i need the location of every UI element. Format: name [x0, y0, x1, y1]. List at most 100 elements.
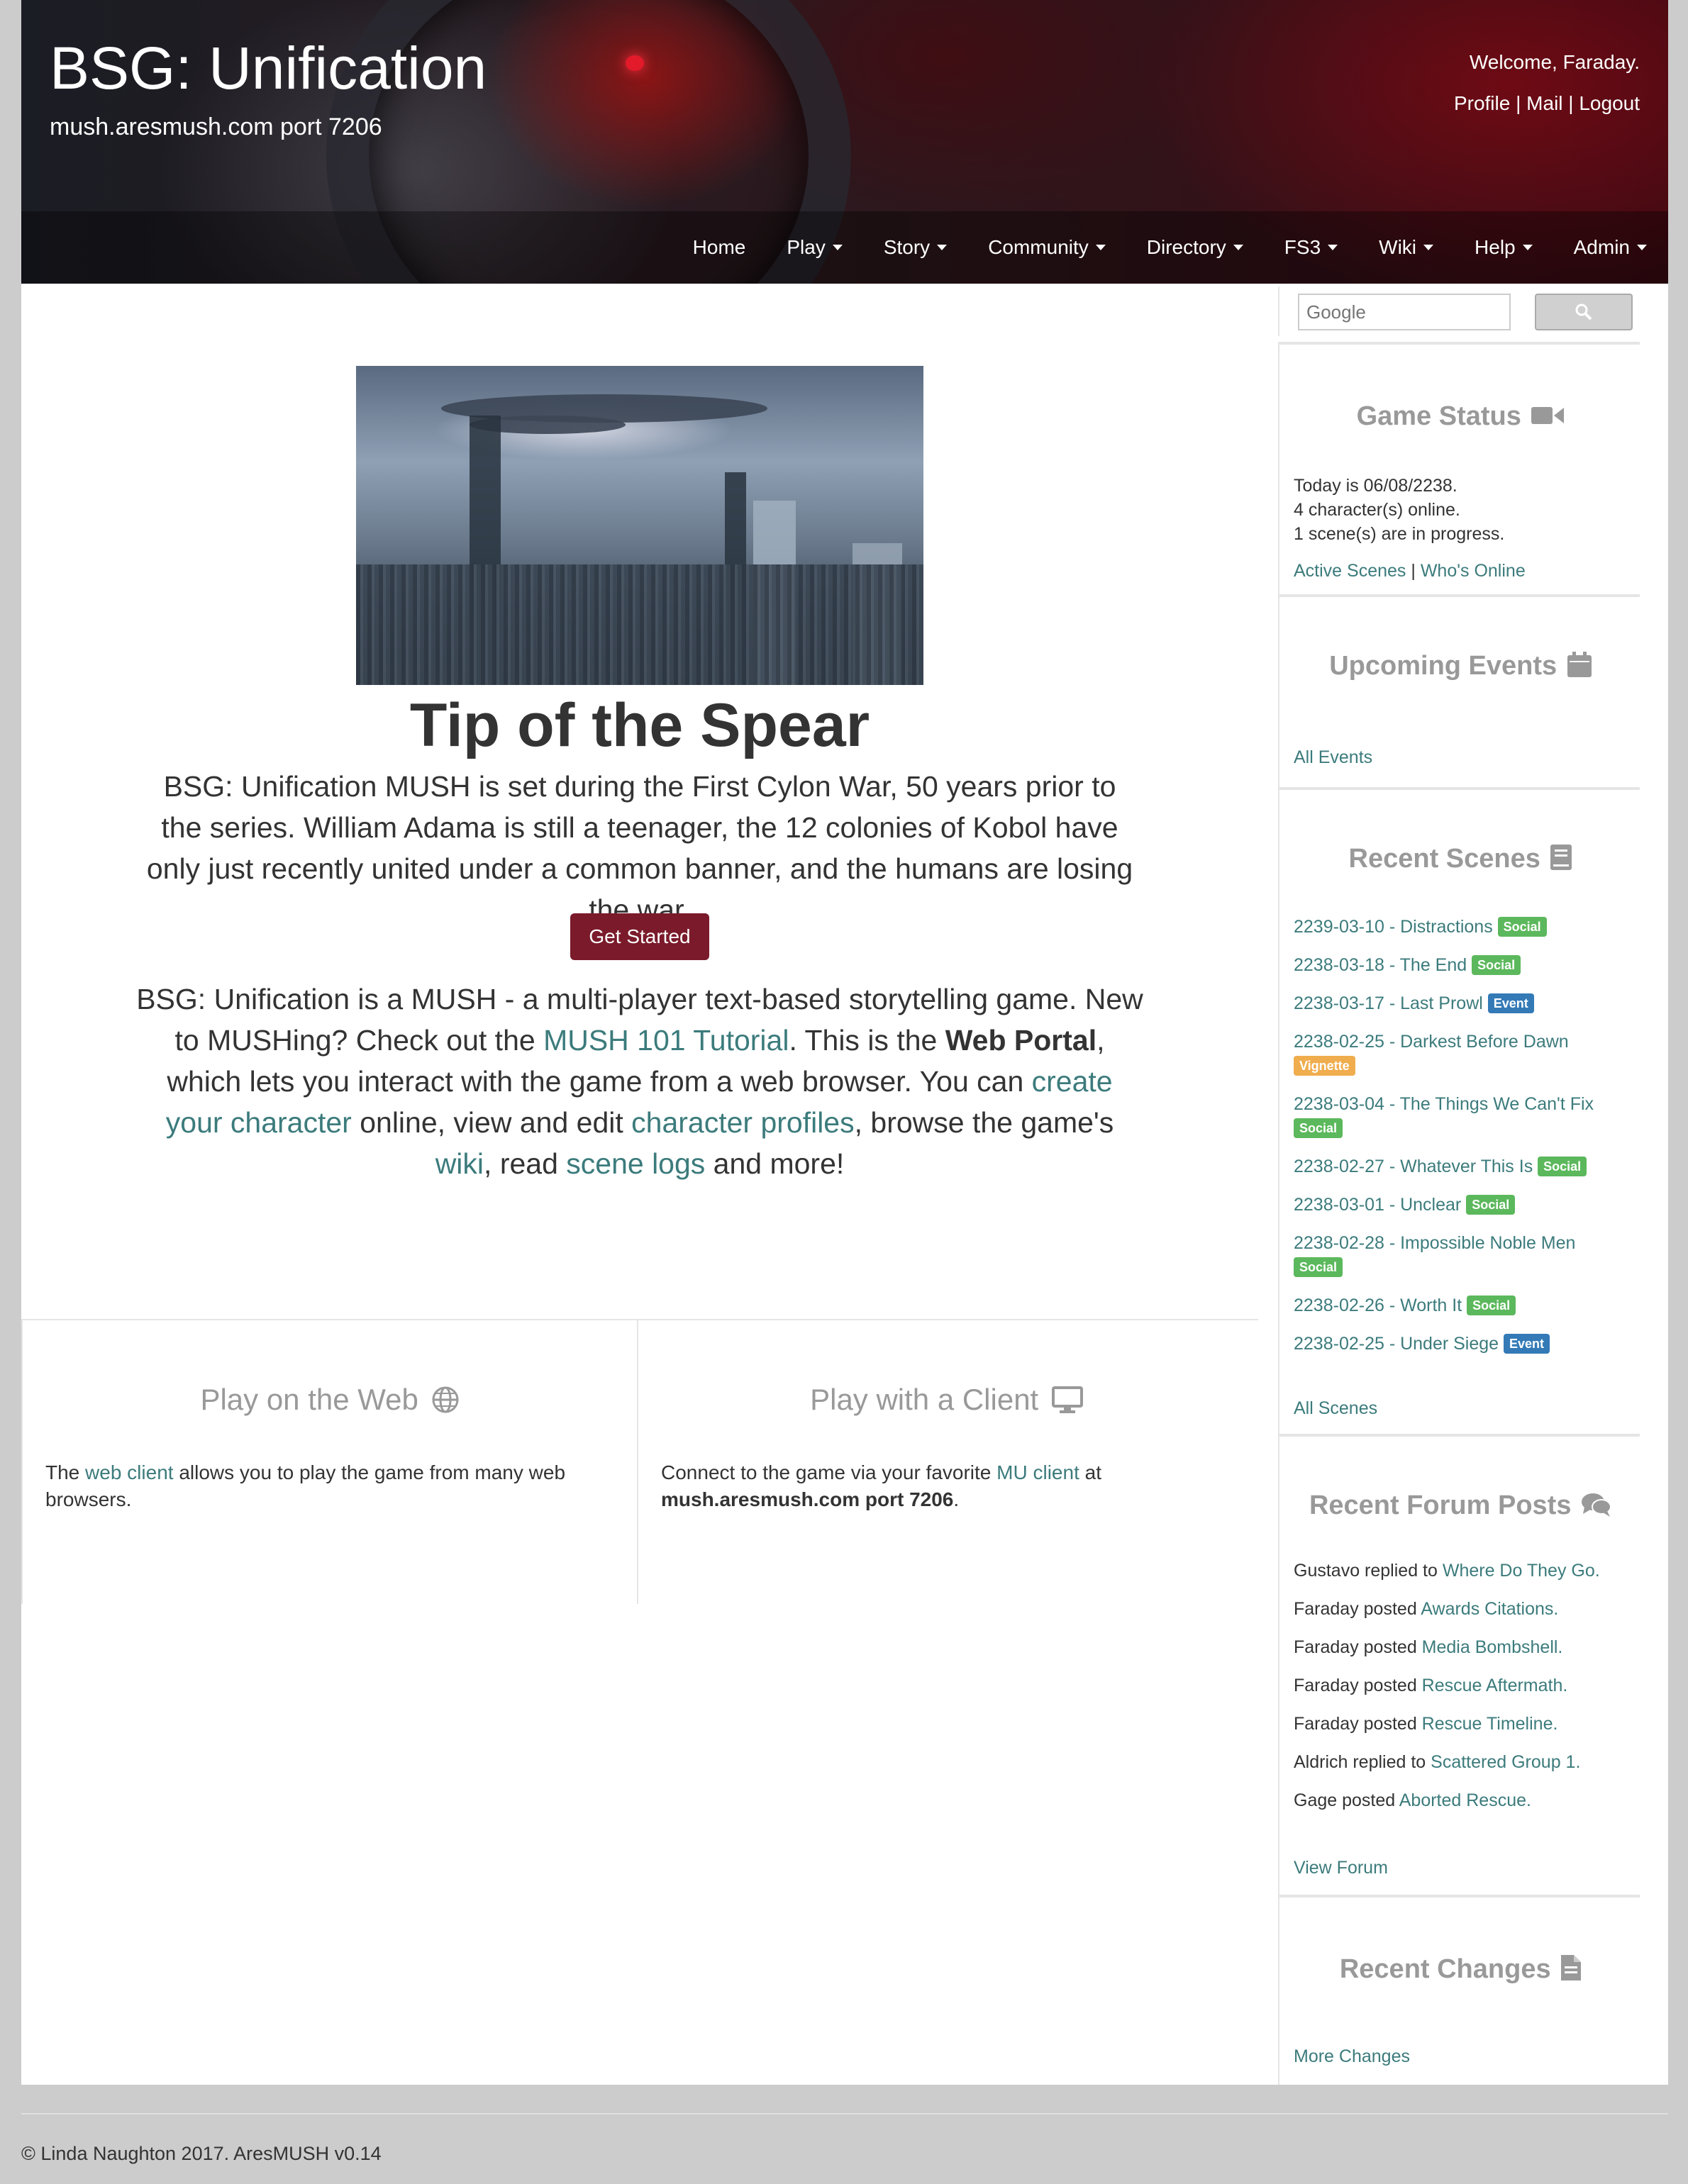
- forum-topic-link[interactable]: Rescue Timeline.: [1422, 1714, 1558, 1734]
- list-item: 2238-03-01 - Unclear Social: [1294, 1193, 1627, 1217]
- nav-item-label: Community: [988, 236, 1089, 258]
- play-client-title: Play with a Client: [661, 1383, 1233, 1417]
- scene-link[interactable]: 2238-03-17 - Last Prowl: [1294, 993, 1483, 1013]
- file-icon: [1561, 1955, 1582, 1980]
- mail-link[interactable]: Mail: [1526, 92, 1562, 114]
- scene-link[interactable]: 2238-02-27 - Whatever This Is: [1294, 1157, 1533, 1176]
- mush-tutorial-link[interactable]: MUSH 101 Tutorial: [543, 1024, 789, 1057]
- list-item: 2238-03-04 - The Things We Can't Fix Soc…: [1294, 1092, 1627, 1140]
- scene-link[interactable]: 2238-02-25 - Under Siege: [1294, 1334, 1499, 1354]
- scene-link[interactable]: 2238-03-04 - The Things We Can't Fix: [1294, 1094, 1594, 1114]
- forum-post-author: Gage posted: [1294, 1790, 1399, 1810]
- list-item: 2239-03-10 - Distractions Social: [1294, 915, 1627, 939]
- upcoming-events-title: Upcoming Events: [1279, 651, 1641, 681]
- caret-down-icon: [1328, 245, 1338, 250]
- nav-item-admin[interactable]: Admin: [1574, 236, 1647, 259]
- nav-item-wiki[interactable]: Wiki: [1379, 236, 1434, 259]
- nav-item-story[interactable]: Story: [884, 236, 948, 259]
- scene-type-badge: Social: [1294, 1257, 1343, 1277]
- more-changes-link[interactable]: More Changes: [1294, 2046, 1410, 2067]
- recent-scenes-title: Recent Scenes: [1279, 844, 1641, 874]
- list-item: 2238-02-27 - Whatever This Is Social: [1294, 1154, 1627, 1179]
- list-item: 2238-02-26 - Worth It Social: [1294, 1293, 1627, 1317]
- forum-post-author: Faraday posted: [1294, 1599, 1421, 1619]
- nav-item-home[interactable]: Home: [693, 236, 746, 259]
- main-navbar: Home Play Story Community Directory FS3 Wiki He…: [21, 211, 1668, 284]
- site-title[interactable]: BSG: Unification: [50, 34, 487, 103]
- scene-type-badge: Social: [1294, 1118, 1343, 1138]
- forum-post-author: Faraday posted: [1294, 1676, 1422, 1695]
- scene-link[interactable]: 2238-03-01 - Unclear: [1294, 1195, 1461, 1215]
- scene-type-badge: Event: [1504, 1334, 1550, 1354]
- welcome-message: Welcome, Faraday.: [1469, 51, 1640, 73]
- nav-item-play[interactable]: Play: [787, 236, 843, 259]
- forum-topic-link[interactable]: Aborted Rescue.: [1399, 1790, 1531, 1810]
- recent-forum-title: Recent Forum Posts: [1279, 1491, 1641, 1521]
- recent-forum-widget: Recent Forum Posts Gustavo replied to Wh…: [1278, 1434, 1640, 1895]
- forum-topic-link[interactable]: Awards Citations.: [1421, 1599, 1558, 1619]
- recent-changes-title: Recent Changes: [1279, 1954, 1641, 1985]
- intro-paragraph: BSG: Unification is a MUSH - a multi-pla…: [135, 979, 1145, 1184]
- list-item: Faraday posted Media Bombshell.: [1294, 1635, 1634, 1659]
- scene-link[interactable]: 2239-03-10 - Distractions: [1294, 917, 1493, 937]
- caret-down-icon: [1423, 245, 1434, 250]
- user-links: Profile | Mail | Logout: [1454, 92, 1640, 115]
- recent-changes-title-text: Recent Changes: [1339, 1954, 1551, 1984]
- logout-link[interactable]: Logout: [1579, 92, 1640, 114]
- list-item: 2238-03-17 - Last Prowl Event: [1294, 991, 1627, 1015]
- all-events-link[interactable]: All Events: [1294, 747, 1372, 768]
- wiki-link[interactable]: wiki: [435, 1147, 484, 1180]
- get-started-button[interactable]: Get Started: [570, 913, 709, 960]
- scene-type-badge: Social: [1467, 1296, 1516, 1315]
- list-item: Aldrich replied to Scattered Group 1.: [1294, 1750, 1634, 1774]
- scene-logs-link[interactable]: scene logs: [566, 1147, 705, 1180]
- play-client-text: Connect to the game via your favorite MU…: [661, 1459, 1233, 1513]
- search-input[interactable]: [1298, 294, 1511, 330]
- nav-item-fs3[interactable]: FS3: [1284, 236, 1338, 259]
- profile-link[interactable]: Profile: [1454, 92, 1510, 114]
- nav-item-community[interactable]: Community: [988, 236, 1106, 259]
- scene-link[interactable]: 2238-02-26 - Worth It: [1294, 1296, 1462, 1315]
- intro-text: . This is the: [789, 1024, 945, 1057]
- forum-topic-link[interactable]: Media Bombshell.: [1422, 1637, 1563, 1657]
- forum-topic-link[interactable]: Rescue Aftermath.: [1422, 1676, 1568, 1695]
- recent-changes-widget: Recent Changes More Changes: [1278, 1895, 1640, 2085]
- scene-type-badge: Social: [1466, 1195, 1516, 1215]
- character-profiles-link[interactable]: character profiles: [631, 1106, 854, 1139]
- footer-copyright: © Linda Naughton 2017. AresMUSH v0.14: [21, 2143, 382, 2164]
- site-subtitle: mush.aresmush.com port 7206: [50, 113, 382, 140]
- forum-topic-link[interactable]: Scattered Group 1.: [1431, 1752, 1580, 1772]
- intro-text: online, view and edit: [351, 1106, 632, 1139]
- forum-topic-link[interactable]: Where Do They Go.: [1443, 1561, 1600, 1581]
- intro-text: and more!: [705, 1147, 845, 1180]
- list-item: Gustavo replied to Where Do They Go.: [1294, 1559, 1634, 1583]
- scene-type-badge: Social: [1538, 1157, 1587, 1176]
- forum-post-author: Gustavo replied to: [1294, 1561, 1443, 1581]
- recent-scenes-list: 2239-03-10 - Distractions Social 2238-03-…: [1294, 915, 1627, 1370]
- list-item: Gage posted Aborted Rescue.: [1294, 1788, 1634, 1812]
- search-icon: [1575, 303, 1592, 321]
- monitor-icon: [1051, 1386, 1083, 1413]
- play-client-title-text: Play with a Client: [810, 1383, 1039, 1416]
- nav-item-help[interactable]: Help: [1475, 236, 1533, 259]
- all-scenes-link[interactable]: All Scenes: [1294, 1398, 1377, 1419]
- scene-link[interactable]: 2238-02-28 - Impossible Noble Men: [1294, 1233, 1575, 1253]
- view-forum-link[interactable]: View Forum: [1294, 1858, 1388, 1878]
- caret-down-icon: [832, 245, 843, 250]
- body-text: at: [1079, 1461, 1101, 1483]
- nav-item-label: Directory: [1146, 236, 1226, 258]
- nav-item-label: FS3: [1284, 236, 1321, 258]
- nav-item-directory[interactable]: Directory: [1147, 236, 1243, 259]
- game-status-widget: Game Status Today is 06/08/2238. 4 chara…: [1278, 342, 1640, 594]
- active-scenes-link[interactable]: Active Scenes: [1294, 561, 1406, 581]
- list-item: 2238-02-28 - Impossible Noble Men Social: [1294, 1231, 1627, 1279]
- scene-link[interactable]: 2238-03-18 - The End: [1294, 955, 1467, 975]
- hero-description: BSG: Unification MUSH is set during the …: [146, 770, 1133, 926]
- search-button[interactable]: [1535, 294, 1633, 330]
- mu-client-link[interactable]: MU client: [996, 1461, 1079, 1483]
- whos-online-link[interactable]: Who's Online: [1421, 561, 1526, 581]
- caret-down-icon: [1095, 245, 1106, 250]
- web-client-link[interactable]: web client: [85, 1461, 174, 1483]
- play-web-text: The web client allows you to play the ga…: [45, 1459, 614, 1513]
- scene-link[interactable]: 2238-02-25 - Darkest Before Dawn: [1294, 1032, 1569, 1052]
